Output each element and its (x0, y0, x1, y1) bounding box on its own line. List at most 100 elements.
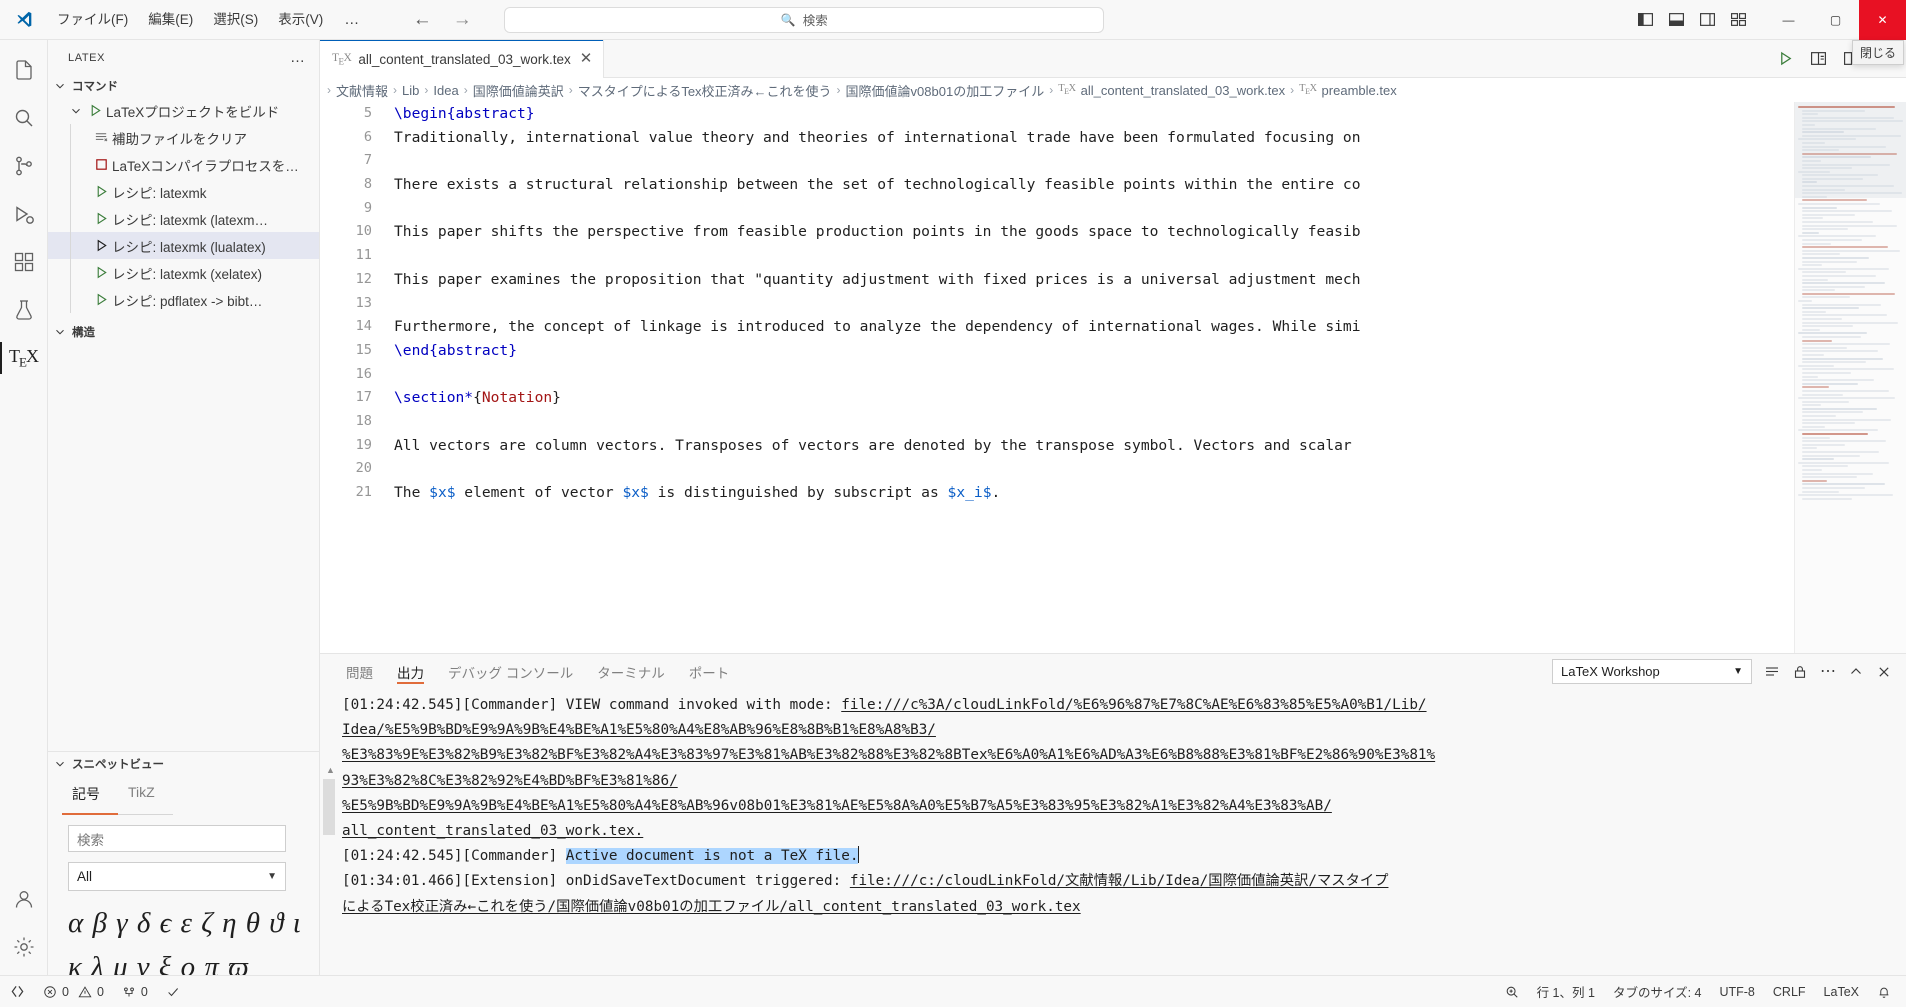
output-log-link[interactable]: によるTex校正済み←これを使う/国際価値論v08b01の加工ファイル/all_… (342, 899, 1081, 915)
tree-item-recipe-latexmk-latexmkrc[interactable]: レシピ: latexmk (latexm… (48, 205, 319, 232)
tab-symbols[interactable]: 記号 (62, 776, 118, 815)
tree-item-terminate-compiler[interactable]: LaTeXコンパイラプロセスを… (48, 151, 319, 178)
window-maximize-button[interactable]: ▢ (1812, 0, 1859, 40)
breadcrumb-item-5[interactable]: 国際価値論v08b01の加工ファイル (842, 81, 1049, 100)
tex-icon: TEX (1058, 83, 1076, 97)
tree-item-recipe-latexmk[interactable]: レシピ: latexmk (48, 178, 319, 205)
status-language-mode[interactable]: LaTeX (1815, 976, 1868, 1007)
tex-icon: TEX (9, 345, 39, 370)
clear-output-icon[interactable] (1764, 664, 1780, 680)
toggle-panel-icon[interactable] (1668, 11, 1685, 28)
output-log-link[interactable]: %E5%9B%BD%E9%9A%9B%E4%BE%A1%E5%80%A4%E8%… (342, 798, 1332, 814)
status-ports[interactable]: 0 (113, 976, 157, 1007)
view-pdf-icon[interactable] (1810, 50, 1827, 67)
scrollbar-thumb[interactable] (323, 779, 335, 835)
activity-accounts[interactable] (0, 875, 48, 923)
breadcrumb-item-7[interactable]: TEX preamble.tex (1295, 83, 1401, 98)
activity-testing[interactable] (0, 286, 48, 334)
tree-item-clean-aux[interactable]: 補助ファイルをクリア (48, 124, 319, 151)
snippet-category-select[interactable]: All ▼ (68, 862, 286, 891)
tab-tikz[interactable]: TikZ (118, 776, 173, 815)
activity-explorer[interactable] (0, 46, 48, 94)
status-zoom[interactable] (1496, 976, 1528, 1007)
editor-tab-active[interactable]: TEX all_content_translated_03_work.tex ✕ (320, 40, 605, 78)
status-notifications[interactable] (1868, 976, 1900, 1007)
snippet-symbols-grid[interactable]: α β γ δ ϵ ε ζ η θ ϑ ι κ λ μ ν ξ ο π ϖ (48, 891, 319, 975)
toggle-secondary-sidebar-icon[interactable] (1699, 11, 1716, 28)
breadcrumb-item-6[interactable]: TEX all_content_translated_03_work.tex (1054, 83, 1289, 98)
snippet-search-input[interactable]: 検索 (68, 825, 286, 852)
menu-selection[interactable]: 選択(S) (204, 7, 267, 33)
code-lines[interactable]: 5 \begin{abstract} 6 Traditionally, interna… (320, 102, 1794, 653)
go-back-icon[interactable]: ← (412, 10, 432, 29)
output-log-link[interactable]: %E3%83%9E%E3%82%B9%E3%82%BF%E3%82%A4%E3%… (342, 747, 1435, 763)
panel-tab-debug-console[interactable]: デバッグ コンソール (436, 654, 585, 689)
status-check[interactable] (157, 976, 189, 1007)
status-tab-size[interactable]: タブのサイズ: 4 (1604, 976, 1711, 1007)
breadcrumb-item-1[interactable]: Lib (398, 83, 423, 98)
output-log-line: によるTex校正済み←これを使う/国際価値論v08b01の加工ファイル/all_… (342, 895, 1906, 920)
section-commands-header[interactable]: コマンド (48, 75, 319, 97)
menu-edit[interactable]: 編集(E) (139, 7, 202, 33)
scroll-up-icon[interactable]: ▲ (326, 765, 335, 775)
command-center-search[interactable]: 🔍 検索 (504, 6, 1105, 33)
tree-item-build-project[interactable]: LaTeXプロジェクトをビルド (48, 97, 319, 124)
output-log-link[interactable]: 93%E3%82%8C%E3%82%92%E4%BD%BF%E3%81%86/ (342, 773, 678, 789)
snippet-view-header[interactable]: スニペットビュー (48, 752, 319, 776)
breadcrumb-item-4[interactable]: マスタイプによるTex校正済み←これを使う (574, 81, 836, 100)
minimap-line (1802, 465, 1849, 468)
window-close-button[interactable]: ✕ (1859, 0, 1906, 40)
panel-tab-problems[interactable]: 問題 (334, 654, 385, 689)
breadcrumb-item-2[interactable]: Idea (429, 83, 462, 98)
menu-view[interactable]: 表示(V) (269, 7, 332, 33)
activity-run-debug[interactable] (0, 190, 48, 238)
panel-tab-ports[interactable]: ポート (677, 654, 742, 689)
side-bar-more-button[interactable]: … (282, 50, 313, 66)
go-forward-icon[interactable]: → (452, 10, 472, 29)
panel-tab-output[interactable]: 出力 (385, 654, 436, 689)
chevron-down-icon[interactable] (68, 103, 84, 119)
activity-search[interactable] (0, 94, 48, 142)
activity-source-control[interactable] (0, 142, 48, 190)
window-minimize-button[interactable]: — (1765, 0, 1812, 40)
panel-tab-terminal[interactable]: ターミナル (585, 654, 677, 689)
close-button-tooltip: 閉じる (1851, 40, 1904, 65)
lock-scroll-icon[interactable] (1792, 664, 1808, 680)
output-log-link[interactable]: file:///c%3A/cloudLinkFold/%E6%96%87%E7%… (841, 697, 1426, 713)
output-log-line: 93%E3%82%8C%E3%82%92%E4%BD%BF%E3%81%86/ (342, 769, 1906, 794)
code-editor[interactable]: 5 \begin{abstract} 6 Traditionally, interna… (320, 102, 1906, 653)
activity-latex-workshop[interactable]: TEX (0, 334, 48, 382)
remote-window-icon[interactable] (0, 976, 34, 1007)
toggle-primary-sidebar-icon[interactable] (1637, 11, 1654, 28)
output-log[interactable]: [01:24:42.545][Commander] VIEW command i… (342, 689, 1906, 975)
panel-more-actions-icon[interactable]: ⋯ (1820, 663, 1836, 679)
status-encoding[interactable]: UTF-8 (1710, 976, 1763, 1007)
tree-item-recipe-latexmk-lualatex[interactable]: レシピ: latexmk (lualatex) (48, 232, 319, 259)
menu-file[interactable]: ファイル(F) (48, 7, 137, 33)
panel-scrollbar[interactable]: ▲ (320, 689, 342, 975)
output-log-link[interactable]: file:///c:/cloudLinkFold/文献情報/Lib/Idea/国… (850, 873, 1389, 889)
activity-manage-settings[interactable] (0, 923, 48, 971)
activity-bar: TEX (0, 40, 48, 975)
output-log-link[interactable]: all_content_translated_03_work.tex. (342, 823, 643, 839)
section-structure-header[interactable]: 構造 (48, 321, 319, 343)
menu-more-button[interactable]: … (334, 9, 370, 31)
breadcrumb-item-3[interactable]: 国際価値論英訳 (469, 81, 568, 100)
minimap[interactable] (1794, 102, 1906, 653)
tree-item-recipe-latexmk-xelatex[interactable]: レシピ: latexmk (xelatex) (48, 259, 319, 286)
output-log-line: [01:34:01.466][Extension] onDidSaveTextD… (342, 869, 1906, 894)
status-cursor-position[interactable]: 行 1、列 1 (1528, 976, 1604, 1007)
tree-item-recipe-pdflatex-bibtex[interactable]: レシピ: pdflatex -> bibt… (48, 286, 319, 313)
status-eol[interactable]: CRLF (1764, 976, 1815, 1007)
output-channel-select[interactable]: LaTeX Workshop ▼ (1552, 659, 1752, 684)
customize-layout-icon[interactable] (1730, 11, 1747, 28)
breadcrumb-item-0[interactable]: 文献情報 (332, 81, 392, 100)
maximize-panel-icon[interactable] (1848, 664, 1864, 680)
activity-extensions[interactable] (0, 238, 48, 286)
build-latex-icon[interactable] (1777, 50, 1794, 67)
close-panel-icon[interactable] (1876, 664, 1892, 680)
minimap-line (1802, 389, 1890, 392)
status-problems[interactable]: 0 0 (34, 976, 113, 1007)
close-icon[interactable]: ✕ (578, 51, 595, 66)
output-log-link[interactable]: Idea/%E5%9B%BD%E9%9A%9B%E4%BE%A1%E5%80%A… (342, 722, 936, 738)
